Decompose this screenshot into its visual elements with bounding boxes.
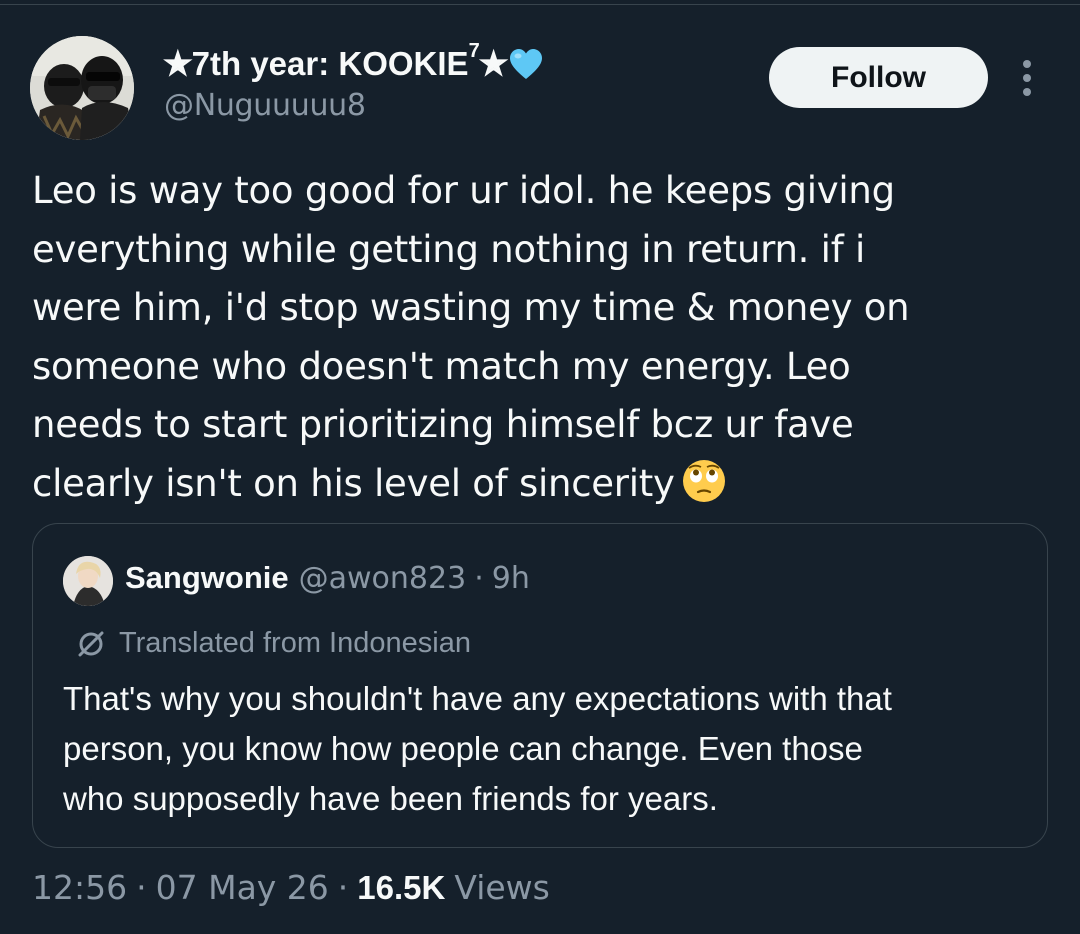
tweet-body: Leo is way too good for ur idol. he keep… (32, 169, 910, 505)
quoted-tweet-card[interactable]: Sangwonie @awon823 · 9h Translated from … (32, 523, 1048, 848)
author-avatar-image (30, 36, 134, 140)
author-display-name[interactable]: ✭7th year: KOOKIE 7 ✭ (164, 40, 543, 83)
quoted-avatar-image (63, 556, 113, 606)
display-name-text: ✭7th year: KOOKIE (164, 45, 469, 82)
translation-label: Translated from Indonesian (119, 627, 471, 659)
tweet-time[interactable]: 12:56 (32, 868, 127, 907)
follow-button[interactable]: Follow (769, 47, 988, 108)
quoted-author-avatar[interactable] (63, 556, 113, 606)
blue-heart-icon (509, 48, 543, 82)
tweet-date[interactable]: 07 May 26 (156, 868, 329, 907)
tweet-text: Leo is way too good for ur idol. he keep… (32, 162, 1032, 513)
quoted-timestamp[interactable]: 9h (492, 561, 530, 596)
tweet-metadata: 12:56 · 07 May 26 · 16.5K Views (32, 868, 550, 907)
quoted-author-handle[interactable]: @awon823 (299, 561, 467, 596)
quoted-separator: · (474, 561, 484, 596)
meta-separator: · (136, 868, 147, 907)
quoted-tweet-header: Sangwonie @awon823 · 9h (125, 560, 530, 596)
display-name-superscript: 7 (468, 40, 480, 62)
display-name-star: ✭ (479, 45, 508, 82)
translate-icon (75, 628, 107, 660)
translation-notice: Translated from Indonesian (75, 627, 471, 660)
author-handle[interactable]: @Nuguuuuu8 (164, 88, 366, 123)
views-count: 16.5K (357, 869, 446, 906)
views-label: Views (454, 868, 550, 907)
quoted-tweet-text: That's why you shouldn't have any expect… (63, 680, 892, 817)
rolling-eyes-emoji-icon (681, 458, 727, 504)
top-divider (0, 4, 1080, 5)
author-avatar[interactable] (30, 36, 134, 140)
meta-separator: · (337, 868, 349, 907)
more-options-icon[interactable] (1012, 58, 1042, 98)
tweet-page: ✭7th year: KOOKIE 7 ✭ @Nuguuuuu8 Follow … (0, 0, 1080, 934)
quoted-author-name[interactable]: Sangwonie (125, 560, 289, 596)
